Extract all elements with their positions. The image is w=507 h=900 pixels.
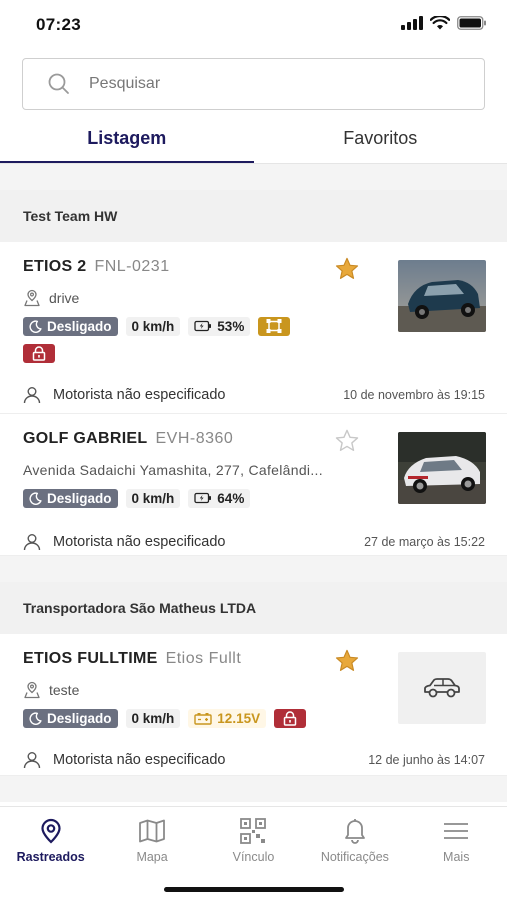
moon-icon — [29, 491, 42, 505]
bottom-navigation: Rastreados Mapa Vínculo Notificações Mai… — [0, 806, 507, 900]
battery-badge: 53% — [188, 316, 251, 336]
last-update-date: 12 de junho às 14:07 — [368, 753, 485, 767]
lock-row — [23, 344, 485, 363]
qr-code-icon — [240, 818, 267, 844]
battery-charging-icon — [194, 492, 212, 504]
nav-notificacoes[interactable]: Notificações — [304, 807, 405, 869]
vehicle-list[interactable]: Test Team HW ETIOS 2 FNL-0231 drive Desl… — [0, 164, 507, 806]
tab-bar: Listagem Favoritos — [0, 112, 507, 164]
wifi-icon — [430, 16, 450, 30]
vehicle-name: GOLF GABRIEL — [23, 430, 148, 447]
home-indicator[interactable] — [164, 887, 344, 892]
driver-row: Motorista não especificado 12 de junho à… — [23, 734, 485, 786]
geofence-icon — [266, 319, 282, 333]
search-icon — [45, 70, 73, 98]
driver-name: Motorista não especificado — [53, 387, 226, 403]
geofence-badge — [258, 316, 291, 336]
search-box[interactable] — [22, 58, 485, 110]
favorite-star-icon[interactable] — [334, 256, 360, 282]
car-battery-icon — [194, 712, 212, 725]
nav-vinculo[interactable]: Vínculo — [203, 807, 304, 869]
driver-name: Motorista não especificado — [53, 534, 226, 550]
tab-favoritos[interactable]: Favoritos — [254, 112, 507, 164]
location-pin-icon — [24, 681, 40, 699]
battery-charging-icon — [194, 320, 212, 332]
speed-badge: 0 km/h — [125, 708, 181, 728]
lock-badge — [274, 708, 307, 728]
nav-rastreados[interactable]: Rastreados — [0, 807, 101, 869]
status-time: 07:23 — [36, 15, 81, 34]
ignition-status-badge: Desligado — [23, 488, 118, 508]
driver-name: Motorista não especificado — [53, 752, 226, 768]
vehicle-photo-placeholder[interactable] — [398, 652, 486, 724]
lock-icon — [283, 710, 297, 726]
vehicle-plate: Etios Fullt — [165, 650, 242, 667]
speed-badge: 0 km/h — [125, 488, 181, 508]
lock-badge — [23, 344, 55, 363]
address-label: Avenida Sadaichi Yamashita, 277, Cafelân… — [23, 462, 323, 478]
person-icon — [23, 387, 41, 404]
map-icon — [139, 819, 165, 843]
vehicle-photo[interactable] — [398, 260, 486, 332]
section-gap — [0, 164, 507, 190]
moon-icon — [29, 711, 42, 725]
status-icons — [401, 16, 487, 30]
favorite-star-outline-icon[interactable] — [334, 428, 360, 454]
group-header: Test Team HW — [0, 190, 507, 242]
vehicle-name: ETIOS FULLTIME — [23, 650, 158, 667]
moon-icon — [29, 319, 42, 333]
car-icon — [424, 678, 460, 698]
bell-icon — [344, 819, 365, 844]
tab-listagem[interactable]: Listagem — [0, 112, 254, 164]
menu-icon — [444, 823, 469, 839]
battery-icon — [457, 16, 486, 30]
last-update-date: 10 de novembro às 19:15 — [343, 388, 485, 402]
vehicle-item[interactable]: GOLF GABRIEL EVH-8360 Avenida Sadaichi Y… — [0, 414, 507, 556]
search-input[interactable] — [89, 75, 449, 93]
location-label: drive — [49, 290, 80, 306]
status-bar: 07:23 — [0, 0, 507, 52]
voltage-badge: 12.15V — [188, 708, 267, 728]
last-update-date: 27 de março às 15:22 — [364, 535, 485, 549]
location-pin-icon — [41, 818, 61, 844]
lock-icon — [32, 346, 46, 361]
vehicle-name: ETIOS 2 — [23, 258, 87, 275]
ignition-status-badge: Desligado — [23, 316, 118, 336]
person-icon — [23, 534, 41, 551]
vehicle-item[interactable]: ETIOS 2 FNL-0231 drive Desligado 0 km/h … — [0, 242, 507, 414]
cellular-signal-icon — [401, 16, 423, 30]
nav-mapa[interactable]: Mapa — [101, 807, 202, 869]
vehicle-photo[interactable] — [398, 432, 486, 504]
vehicle-item[interactable]: ETIOS FULLTIME Etios Fullt teste Desliga… — [0, 634, 507, 776]
person-icon — [23, 752, 41, 769]
location-label: teste — [49, 682, 80, 698]
group-header: Transportadora São Matheus LTDA — [0, 582, 507, 634]
speed-badge: 0 km/h — [125, 316, 181, 336]
ignition-status-badge: Desligado — [23, 708, 118, 728]
vehicle-plate: FNL-0231 — [94, 258, 170, 275]
battery-badge: 64% — [188, 488, 251, 508]
favorite-star-icon[interactable] — [334, 648, 360, 674]
nav-mais[interactable]: Mais — [406, 807, 507, 869]
driver-row: Motorista não especificado 27 de março à… — [23, 516, 485, 568]
vehicle-plate: EVH-8360 — [155, 430, 234, 447]
location-pin-icon — [24, 289, 40, 307]
